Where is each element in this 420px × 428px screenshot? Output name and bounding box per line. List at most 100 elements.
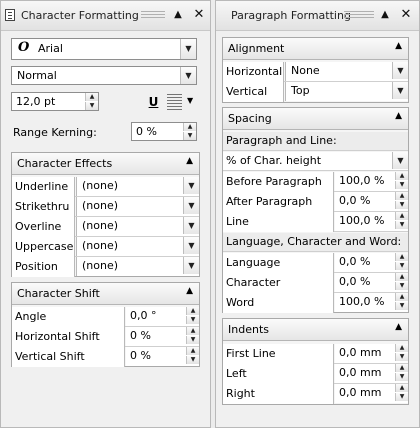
- font-style-combo[interactable]: Normal ▼: [11, 66, 197, 85]
- alignment-row-horizontal: Horizontal None ▼: [223, 62, 408, 82]
- after-paragraph-spinner[interactable]: 0,0 % ▲ ▼: [335, 192, 408, 211]
- spin-down-icon[interactable]: ▼: [395, 262, 408, 270]
- spin-down-icon[interactable]: ▼: [395, 353, 408, 361]
- chevron-down-icon[interactable]: ▼: [183, 237, 199, 254]
- spacing-label: Word: [223, 293, 334, 313]
- position-effect-combo[interactable]: (none) ▼: [76, 257, 199, 276]
- spin-up-icon[interactable]: ▲: [395, 364, 408, 372]
- group-title: Alignment: [228, 42, 285, 55]
- indents-header[interactable]: Indents ▲: [223, 319, 408, 341]
- overline-effect-combo[interactable]: (none) ▼: [76, 217, 199, 236]
- left-indent-spinner[interactable]: 0,0 mm ▲ ▼: [335, 364, 408, 383]
- collapse-icon[interactable]: ▲: [395, 41, 402, 51]
- indent-value: 0,0 mm: [339, 346, 382, 359]
- alignment-header[interactable]: Alignment ▲: [223, 38, 408, 60]
- spacing-row-character: Character 0,0 % ▲ ▼: [223, 273, 408, 293]
- spin-down-icon[interactable]: ▼: [186, 316, 199, 324]
- chevron-down-icon[interactable]: ▼: [180, 67, 196, 84]
- underline-effect-combo[interactable]: (none) ▼: [76, 177, 199, 196]
- strikethrough-icon[interactable]: [167, 94, 182, 110]
- close-docker-button[interactable]: ✕: [399, 7, 413, 23]
- spacing-unit-combo[interactable]: % of Char. height ▼: [223, 152, 408, 171]
- spin-up-icon[interactable]: ▲: [395, 273, 408, 281]
- spin-up-icon[interactable]: ▲: [395, 212, 408, 220]
- collapse-docker-button[interactable]: ▲: [378, 7, 392, 23]
- chevron-down-icon[interactable]: ▼: [183, 177, 199, 194]
- spin-down-icon[interactable]: ▼: [395, 221, 408, 229]
- range-kerning-label: Range Kerning:: [13, 126, 97, 139]
- language-spacing-spinner[interactable]: 0,0 % ▲ ▼: [335, 253, 408, 272]
- spin-down-icon[interactable]: ▼: [395, 282, 408, 290]
- vertical-shift-spinner[interactable]: 0 % ▲ ▼: [126, 347, 199, 366]
- chevron-down-icon[interactable]: ▼: [183, 197, 199, 214]
- spin-down-icon[interactable]: ▼: [85, 102, 98, 110]
- spin-up-icon[interactable]: ▲: [186, 307, 199, 315]
- font-family-combo[interactable]: O Arial ▼: [11, 38, 197, 60]
- spin-down-icon[interactable]: ▼: [395, 302, 408, 310]
- character-spacing-spinner[interactable]: 0,0 % ▲ ▼: [335, 273, 408, 292]
- chevron-down-icon[interactable]: ▼: [187, 96, 193, 105]
- line-spacing-spinner[interactable]: 100,0 % ▲ ▼: [335, 212, 408, 231]
- right-indent-spinner[interactable]: 0,0 mm ▲ ▼: [335, 384, 408, 403]
- collapse-icon[interactable]: ▲: [186, 156, 193, 166]
- spacing-row-line: Line 100,0 % ▲ ▼: [223, 212, 408, 232]
- effect-row-strikethru: Strikethru (none) ▼: [12, 197, 199, 217]
- collapse-icon[interactable]: ▲: [186, 286, 193, 296]
- horizontal-alignment-combo[interactable]: None ▼: [285, 62, 408, 81]
- spin-up-icon[interactable]: ▲: [395, 172, 408, 180]
- spin-down-icon[interactable]: ▼: [395, 201, 408, 209]
- chevron-down-icon[interactable]: ▼: [392, 62, 408, 79]
- chevron-down-icon[interactable]: ▼: [183, 217, 199, 234]
- font-size-value: 12,0 pt: [16, 95, 56, 108]
- character-shift-header[interactable]: Character Shift ▲: [12, 283, 199, 305]
- docker-titlebar[interactable]: Paragraph Formatting ▲ ✕: [216, 1, 419, 31]
- spin-up-icon[interactable]: ▲: [395, 253, 408, 261]
- chevron-down-icon[interactable]: ▼: [183, 257, 199, 274]
- chevron-down-icon[interactable]: ▼: [180, 39, 196, 59]
- collapse-icon[interactable]: ▲: [395, 111, 402, 121]
- first-line-indent-spinner[interactable]: 0,0 mm ▲ ▼: [335, 344, 408, 363]
- chevron-down-icon[interactable]: ▼: [392, 82, 408, 99]
- spin-down-icon[interactable]: ▼: [183, 132, 196, 140]
- underline-icon[interactable]: U: [145, 94, 162, 110]
- spin-down-icon[interactable]: ▼: [395, 373, 408, 381]
- spin-up-icon[interactable]: ▲: [186, 327, 199, 335]
- shift-row-horizontal: Horizontal Shift 0 % ▲ ▼: [12, 327, 199, 347]
- spin-down-icon[interactable]: ▼: [186, 336, 199, 344]
- spacing-header[interactable]: Spacing ▲: [223, 108, 408, 130]
- spin-up-icon[interactable]: ▲: [85, 93, 98, 101]
- spin-down-icon[interactable]: ▼: [395, 393, 408, 401]
- spin-down-icon[interactable]: ▼: [186, 356, 199, 364]
- spin-up-icon[interactable]: ▲: [395, 192, 408, 200]
- drag-grip[interactable]: [344, 11, 374, 20]
- spin-up-icon[interactable]: ▲: [186, 347, 199, 355]
- effect-value: (none): [82, 239, 119, 252]
- angle-spinner[interactable]: 0,0 ° ▲ ▼: [126, 307, 199, 326]
- collapse-docker-button[interactable]: ▲: [171, 7, 185, 23]
- uppercase-effect-combo[interactable]: (none) ▼: [76, 237, 199, 256]
- indent-row-first-line: First Line 0,0 mm ▲ ▼: [223, 344, 408, 364]
- effect-label: Uppercase: [12, 237, 75, 257]
- vertical-alignment-combo[interactable]: Top ▼: [285, 82, 408, 101]
- strikethru-effect-combo[interactable]: (none) ▼: [76, 197, 199, 216]
- range-kerning-spinner[interactable]: 0 % ▲ ▼: [131, 122, 197, 141]
- word-spacing-spinner[interactable]: 100,0 % ▲ ▼: [335, 293, 408, 312]
- spin-up-icon[interactable]: ▲: [183, 123, 196, 131]
- drag-grip[interactable]: [141, 11, 165, 20]
- close-docker-button[interactable]: ✕: [192, 7, 206, 23]
- chevron-down-icon[interactable]: ▼: [392, 152, 408, 169]
- spin-up-icon[interactable]: ▲: [395, 344, 408, 352]
- docker-titlebar[interactable]: Character Formatting ▲ ✕: [1, 1, 210, 31]
- character-formatting-docker: Character Formatting ▲ ✕ O Arial ▼ Norma…: [0, 0, 211, 428]
- horizontal-shift-spinner[interactable]: 0 % ▲ ▼: [126, 327, 199, 346]
- spacing-label: Line: [223, 212, 334, 232]
- spin-up-icon[interactable]: ▲: [395, 384, 408, 392]
- spin-down-icon[interactable]: ▼: [395, 181, 408, 189]
- collapse-icon[interactable]: ▲: [395, 322, 402, 332]
- character-effects-header[interactable]: Character Effects ▲: [12, 153, 199, 175]
- before-paragraph-spinner[interactable]: 100,0 % ▲ ▼: [335, 172, 408, 191]
- font-size-spinner[interactable]: 12,0 pt ▲ ▼: [11, 92, 99, 111]
- spacing-row-before-paragraph: Before Paragraph 100,0 % ▲ ▼: [223, 172, 408, 192]
- spin-up-icon[interactable]: ▲: [395, 293, 408, 301]
- effect-value: (none): [82, 179, 119, 192]
